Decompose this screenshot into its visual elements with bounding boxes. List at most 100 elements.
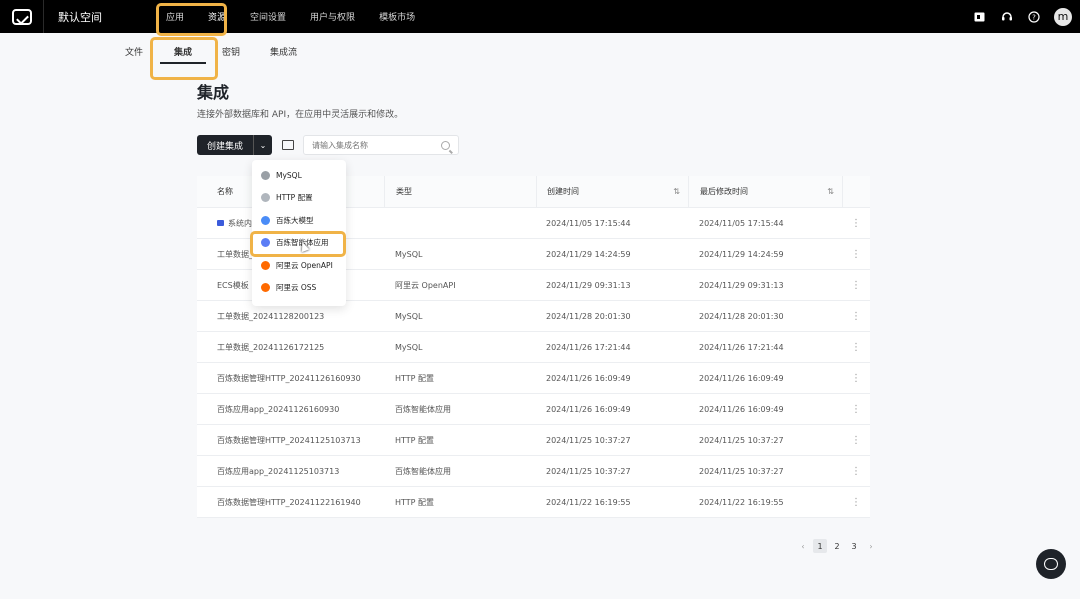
create-dropdown-toggle[interactable]: ⌄ — [253, 135, 273, 155]
table-row[interactable]: 百炼应用app_20241125103713 百炼智能体应用 2024/11/25 … — [197, 456, 870, 487]
cell-modified-text: 2024/11/26 17:21:44 — [699, 342, 784, 352]
cell-name-text: 工单数据_20241126172125 — [217, 342, 325, 352]
help-icon[interactable]: ? — [1027, 10, 1040, 23]
page-2[interactable]: 2 — [830, 539, 844, 553]
page-1[interactable]: 1 — [813, 539, 827, 553]
cell-modified: 2024/11/28 20:01:30 — [688, 301, 842, 332]
cell-modified: 2024/11/22 16:19:55 — [688, 487, 842, 518]
cell-modified-text: 2024/11/25 10:37:27 — [699, 466, 784, 476]
cell-type-text: 百炼智能体应用 — [395, 404, 451, 414]
aliyun-oss-icon — [261, 283, 270, 293]
sort-icon[interactable]: ⇅ — [673, 187, 680, 196]
row-more-icon[interactable]: ⋮ — [842, 332, 870, 363]
dropdown-item[interactable]: HTTP 配置 — [252, 187, 346, 210]
cell-name-text: 百炼应用app_20241125103713 — [217, 466, 340, 476]
cell-modified-text: 2024/11/22 16:19:55 — [699, 497, 784, 507]
http-icon — [261, 193, 270, 203]
row-more-icon[interactable]: ⋮ — [842, 301, 870, 332]
header-modified[interactable]: 最后修改时间 ⇅ — [688, 175, 842, 208]
cell-created: 2024/11/26 16:09:49 — [536, 363, 688, 394]
table-row[interactable]: 百炼数据管理HTTP_20241122161940 HTTP 配置 2024/11/… — [197, 487, 870, 518]
cell-name[interactable]: 百炼数据管理HTTP_20241122161940 — [197, 487, 384, 518]
nav-template-market[interactable]: 模板市场 — [367, 0, 427, 33]
cell-created-text: 2024/11/25 10:37:27 — [546, 435, 631, 445]
cell-name[interactable]: 工单数据_20241126172125 — [197, 332, 384, 363]
user-avatar[interactable]: m — [1054, 7, 1072, 26]
row-more-icon[interactable]: ⋮ — [842, 456, 870, 487]
topbar-actions: ? m — [973, 0, 1072, 33]
cell-created: 2024/11/25 10:37:27 — [536, 425, 688, 456]
chat-assistant-button[interactable] — [1036, 549, 1066, 579]
cell-name-text: 百炼应用app_20241126160930 — [217, 404, 340, 414]
cell-name[interactable]: 百炼数据管理HTTP_20241125103713 — [197, 425, 384, 456]
row-more-icon[interactable]: ⋮ — [842, 363, 870, 394]
dropdown-item[interactable]: 阿里云 OSS — [252, 277, 346, 300]
page-description: 连接外部数据库和 API，在应用中灵活展示和修改。 — [197, 110, 404, 120]
cell-type: 百炼智能体应用 — [384, 456, 536, 487]
subtab-secrets[interactable]: 密钥 — [222, 43, 240, 60]
dropdown-item[interactable]: 百炼大模型 — [252, 209, 346, 232]
cell-type: 百炼智能体应用 — [384, 394, 536, 425]
folder-icon — [217, 220, 224, 226]
nav-space-settings[interactable]: 空间设置 — [238, 0, 298, 33]
header-created[interactable]: 创建时间 ⇅ — [536, 175, 688, 208]
calendar-icon[interactable] — [973, 10, 986, 23]
dropdown-item[interactable]: MySQL — [252, 164, 346, 187]
search-input[interactable] — [312, 140, 432, 150]
cell-name-text: 百炼数据管理HTTP_20241125103713 — [217, 435, 361, 445]
table-row[interactable]: 百炼数据管理HTTP_20241125103713 HTTP 配置 2024/11/… — [197, 425, 870, 456]
row-more-icon[interactable]: ⋮ — [842, 208, 870, 239]
svg-text:?: ? — [1032, 13, 1036, 21]
search-icon[interactable] — [441, 141, 450, 150]
new-folder-icon[interactable] — [282, 140, 295, 150]
cell-modified-text: 2024/11/26 16:09:49 — [699, 404, 784, 414]
cell-type: HTTP 配置 — [384, 363, 536, 394]
cell-created-text: 2024/11/22 16:19:55 — [546, 497, 631, 507]
cell-modified-text: 2024/11/05 17:15:44 — [699, 218, 784, 228]
cell-name-text: 工单数据_20241128200123 — [217, 311, 325, 321]
cell-modified-text: 2024/11/28 20:01:30 — [699, 311, 784, 321]
subtab-files[interactable]: 文件 — [125, 43, 143, 60]
next-page-icon[interactable]: › — [864, 539, 878, 553]
cell-name[interactable]: 百炼应用app_20241126160930 — [197, 394, 384, 425]
row-more-icon[interactable]: ⋮ — [842, 425, 870, 456]
cell-created-text: 2024/11/25 10:37:27 — [546, 466, 631, 476]
row-more-icon[interactable]: ⋮ — [842, 394, 870, 425]
cell-name[interactable]: 百炼应用app_20241125103713 — [197, 456, 384, 487]
cell-created: 2024/11/29 09:31:13 — [536, 270, 688, 301]
cell-created-text: 2024/11/26 16:09:49 — [546, 373, 631, 383]
cell-type — [384, 208, 536, 239]
cell-created-text: 2024/11/26 16:09:49 — [546, 404, 631, 414]
create-integration-button[interactable]: 创建集成 — [197, 135, 254, 155]
support-headset-icon[interactable] — [1000, 10, 1013, 23]
row-more-icon[interactable]: ⋮ — [842, 239, 870, 270]
cell-name[interactable]: 百炼数据管理HTTP_20241126160930 — [197, 363, 384, 394]
subtab-integration-flows[interactable]: 集成流 — [270, 43, 297, 60]
cell-modified: 2024/11/26 17:21:44 — [688, 332, 842, 363]
nav-users-permissions[interactable]: 用户与权限 — [298, 0, 367, 33]
aliyun-openapi-icon — [261, 260, 270, 270]
dropdown-item-label: HTTP 配置 — [276, 193, 313, 203]
table-row[interactable]: 百炼应用app_20241126160930 百炼智能体应用 2024/11/26 … — [197, 394, 870, 425]
row-more-icon[interactable]: ⋮ — [842, 487, 870, 518]
table-row[interactable]: 工单数据_20241126172125 MySQL 2024/11/26 17:21… — [197, 332, 870, 363]
app-logo[interactable] — [0, 0, 44, 33]
sort-icon[interactable]: ⇅ — [827, 187, 834, 196]
cell-modified: 2024/11/25 10:37:27 — [688, 425, 842, 456]
search-box — [303, 135, 459, 155]
table-row[interactable]: 百炼数据管理HTTP_20241126160930 HTTP 配置 2024/11/… — [197, 363, 870, 394]
header-created-label: 创建时间 — [547, 187, 579, 196]
cell-type-text: 阿里云 OpenAPI — [395, 280, 456, 290]
row-more-icon[interactable]: ⋮ — [842, 270, 870, 301]
cell-created: 2024/11/05 17:15:44 — [536, 208, 688, 239]
workspace-name[interactable]: 默认空间 — [58, 9, 128, 25]
cell-created-text: 2024/11/29 14:24:59 — [546, 249, 631, 259]
page-3[interactable]: 3 — [847, 539, 861, 553]
cell-modified: 2024/11/26 16:09:49 — [688, 394, 842, 425]
cell-created: 2024/11/22 16:19:55 — [536, 487, 688, 518]
cell-type: 阿里云 OpenAPI — [384, 270, 536, 301]
cell-type: MySQL — [384, 301, 536, 332]
dropdown-item[interactable]: 阿里云 OpenAPI — [252, 254, 346, 277]
prev-page-icon[interactable]: ‹ — [796, 539, 810, 553]
pagination: ‹ 1 2 3 › — [796, 539, 878, 553]
